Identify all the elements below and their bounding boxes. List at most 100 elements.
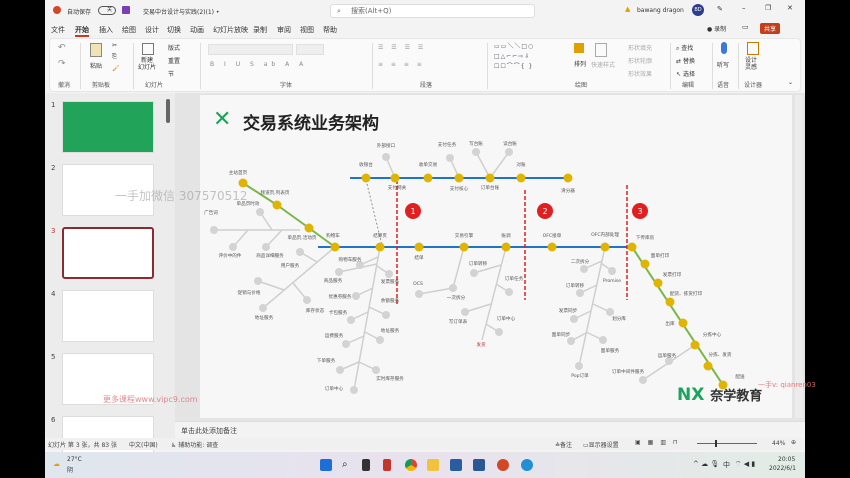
thumbnail-number: 6 (51, 416, 56, 424)
display-settings-button[interactable]: ▭显示器设置 (583, 440, 619, 449)
designer-button[interactable]: 设计 灵感 (745, 57, 757, 71)
network-volume-icons[interactable]: ⌔ ◀ ▮ (735, 460, 755, 469)
tray-icons[interactable]: ^ ☁ 🎙 (693, 460, 719, 468)
replace-button[interactable]: ⇄ 替换 (676, 56, 695, 65)
language[interactable]: 中文(中国) (129, 440, 158, 449)
align-buttons[interactable]: ≡ ≡ ≡ ≡ (378, 61, 425, 68)
arrange-button[interactable]: 排列 (574, 59, 586, 68)
slide-count: 幻灯片 第 3 张，共 83 张 (48, 442, 117, 449)
zoom-level[interactable]: 44% (772, 440, 785, 447)
editor-scrollbar[interactable] (795, 95, 803, 418)
view-buttons[interactable]: ▣▦▥⊓ (635, 439, 685, 446)
pen-icon[interactable]: ✎ (717, 5, 723, 13)
paste-icon[interactable] (90, 43, 102, 57)
tab-4[interactable]: 设计 (145, 25, 159, 35)
new-slide-icon[interactable] (142, 43, 154, 55)
search-taskbar-icon[interactable]: ⌕ (342, 459, 354, 471)
search-input[interactable]: ⌕ 搜索(Alt+Q) (330, 4, 535, 18)
designer-icon[interactable] (747, 42, 759, 55)
font-size-select[interactable] (296, 44, 324, 55)
start-icon[interactable] (320, 459, 332, 471)
redo-button[interactable]: ↷ (58, 59, 66, 69)
quick-styles-icon[interactable] (595, 43, 607, 57)
font-name-select[interactable] (208, 44, 293, 55)
record-button[interactable]: ● 录制 (707, 24, 726, 33)
avatar[interactable]: BD (692, 4, 704, 16)
tab-0[interactable]: 文件 (51, 25, 65, 35)
slide-thumbnail-4[interactable] (62, 290, 154, 342)
slide-canvas[interactable]: ✕ 交易系统业务架构 NX 奈学教育 (200, 95, 792, 418)
word-icon[interactable] (473, 459, 485, 471)
ribbon-group-label: 设计器 (744, 82, 763, 89)
display-settings-label: 显示器设置 (588, 442, 619, 449)
slide-thumbnail-1[interactable] (62, 101, 154, 153)
tab-5[interactable]: 切换 (167, 25, 181, 35)
dictate-button[interactable]: 听写 (717, 60, 729, 69)
tab-2[interactable]: 插入 (99, 25, 113, 35)
photos-icon[interactable] (450, 459, 462, 471)
tab-3[interactable]: 绘图 (122, 25, 136, 35)
zoom-slider[interactable] (697, 440, 757, 447)
quick-styles-button[interactable]: 快速样式 (591, 60, 615, 69)
section-button[interactable]: 节 (168, 69, 174, 78)
accessibility-label: 辅助功能: 调查 (178, 442, 219, 449)
clock-time[interactable]: 20:05 (778, 456, 795, 463)
thumbnail-scrollbar[interactable] (166, 99, 170, 123)
copy-icon[interactable]: ⎘ (112, 53, 117, 61)
fit-slide-icon[interactable]: ⊕ (791, 439, 796, 446)
tab-9[interactable]: 审阅 (277, 25, 291, 35)
tab-11[interactable]: 帮助 (323, 25, 337, 35)
undo-button[interactable]: ↶ (58, 43, 66, 53)
paste-button[interactable]: 粘贴 (90, 61, 102, 70)
minimize-button[interactable]: – (742, 4, 746, 12)
thumbnail-number: 3 (51, 227, 56, 235)
select-button[interactable]: ↖ 选择 (676, 69, 695, 78)
chrome-icon[interactable] (405, 459, 417, 471)
cut-icon[interactable]: ✂ (112, 42, 117, 49)
accessibility-status[interactable]: ♿ 辅助功能: 调查 (171, 440, 218, 449)
zoom-thumb[interactable] (715, 440, 717, 447)
shapes-gallery[interactable]: ▭▭＼＼□○ □△⌐⌐⇨⇩ ☐☐⌒⌒{ } (494, 42, 564, 72)
app-icon[interactable] (383, 459, 391, 471)
ribbon-group-label: 编辑 (682, 82, 695, 89)
collapse-ribbon-icon[interactable]: ⌄ (788, 79, 793, 86)
paragraph-buttons[interactable]: ☰ ☰ ☰ ☰ (378, 44, 426, 51)
edge-icon[interactable] (521, 459, 533, 471)
format-painter-icon[interactable]: 🖌 (112, 65, 120, 72)
ribbon-group-label: 语音 (717, 82, 730, 89)
task-view-icon[interactable] (362, 459, 370, 471)
ribbon-group-label: 撤消 (58, 82, 71, 89)
close-button[interactable]: ✕ (787, 4, 793, 12)
tab-8[interactable]: 录制 (253, 25, 267, 35)
shape-effects-button[interactable]: 形状效果 (628, 69, 652, 78)
reset-button[interactable]: 重置 (168, 56, 180, 65)
shape-fill-button[interactable]: 形状填充 (628, 43, 652, 52)
autosave-toggle[interactable]: 关 (98, 6, 116, 15)
arrange-icon[interactable] (574, 43, 584, 53)
share-button[interactable]: 共享 (760, 23, 781, 34)
slide-thumbnail-3[interactable] (62, 227, 154, 279)
new-slide-button[interactable]: 新建 幻灯片 (138, 57, 156, 71)
ime-indicator[interactable]: 中 (723, 460, 730, 470)
replace-label: 替换 (682, 58, 695, 65)
comments-icon[interactable]: ▭ (742, 23, 749, 31)
layout-button[interactable]: 版式 (168, 43, 180, 52)
microphone-icon[interactable] (721, 42, 727, 54)
shape-outline-button[interactable]: 形状轮廓 (628, 56, 652, 65)
restore-button[interactable]: ❐ (765, 4, 771, 12)
ribbon-group-label: 段落 (420, 82, 433, 89)
document-title[interactable]: 交易中台设计与实践(2)(1) • (143, 7, 219, 16)
file-explorer-icon[interactable] (427, 459, 439, 471)
font-format-buttons[interactable]: B I U S ab A A (210, 61, 307, 68)
tab-6[interactable]: 动画 (190, 25, 204, 35)
weather-temp[interactable]: 27°C (67, 456, 82, 463)
tab-7[interactable]: 幻灯片放映 (213, 25, 248, 35)
save-icon[interactable] (122, 6, 130, 14)
powerpoint-taskbar-icon[interactable] (497, 459, 509, 471)
notes-pane[interactable]: 单击此处添加备注 (175, 421, 805, 438)
tab-1[interactable]: 开始 (75, 25, 89, 37)
clock-date[interactable]: 2022/6/1 (769, 465, 796, 472)
notes-button[interactable]: ≙备注 (555, 440, 572, 449)
find-button[interactable]: ⌕ 查找 (676, 43, 693, 53)
tab-10[interactable]: 视图 (300, 25, 314, 35)
